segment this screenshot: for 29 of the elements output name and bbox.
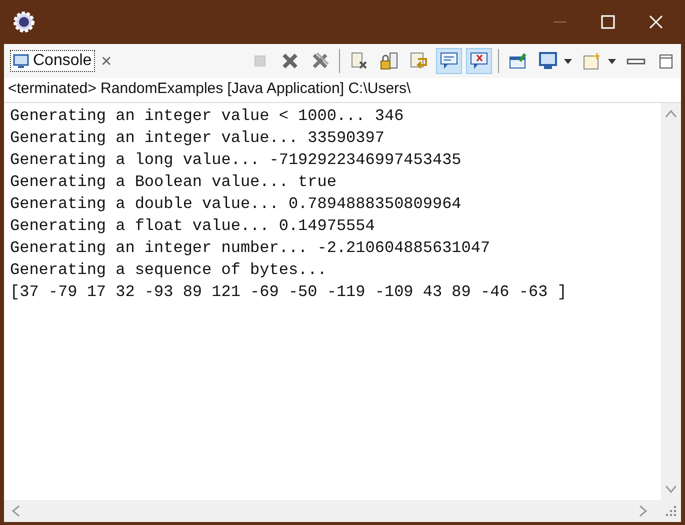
console-output-line: Generating an integer number... -2.210604885631047: [10, 238, 492, 259]
speech-bubble-cross-icon: [469, 51, 489, 71]
show-out-button[interactable]: [436, 48, 462, 74]
horizontal-scrollbar[interactable]: [4, 500, 681, 522]
console-output-line: Generating a Boolean value... true: [10, 172, 338, 193]
double-cross-icon: [310, 51, 330, 71]
new-window-icon: [582, 51, 602, 71]
console-output-line: Generating a long value... -7192922346997453435: [10, 150, 462, 171]
document-arrow-icon: [409, 51, 429, 71]
minimize-icon: [626, 58, 646, 64]
gear-icon: [12, 10, 36, 34]
console-output-line: Generating an integer value... 33590397: [10, 128, 386, 149]
console-output-line: Generating an integer value < 1000... 346: [10, 106, 405, 127]
document-cross-icon: [349, 51, 369, 71]
cross-icon: [280, 51, 300, 71]
console-tab[interactable]: Console: [10, 50, 95, 72]
process-status: <terminated> RandomExamples [Java Application] C:\Users\: [7, 79, 412, 99]
console-output-line: Generating a sequence of bytes...: [10, 260, 328, 281]
monitor-icon: [13, 53, 29, 69]
monitor-icon: [538, 51, 558, 71]
speech-bubble-icon: [439, 51, 459, 71]
console-output-line: Generating a double value... 0.7894888350809964: [10, 194, 462, 215]
window-pin-icon: [508, 51, 528, 71]
close-tab-button[interactable]: ✕: [100, 53, 113, 69]
padlock-icon: [379, 51, 399, 71]
console-output-line: Generating a float value... 0.14975554: [10, 216, 376, 237]
console-output-line: [37 -79 17 32 -93 89 121 -69 -50 -119 -109 43 89 -46 -63 ]: [10, 282, 568, 303]
resize-grip-icon[interactable]: [663, 503, 679, 519]
show-err-button[interactable]: [466, 48, 492, 74]
